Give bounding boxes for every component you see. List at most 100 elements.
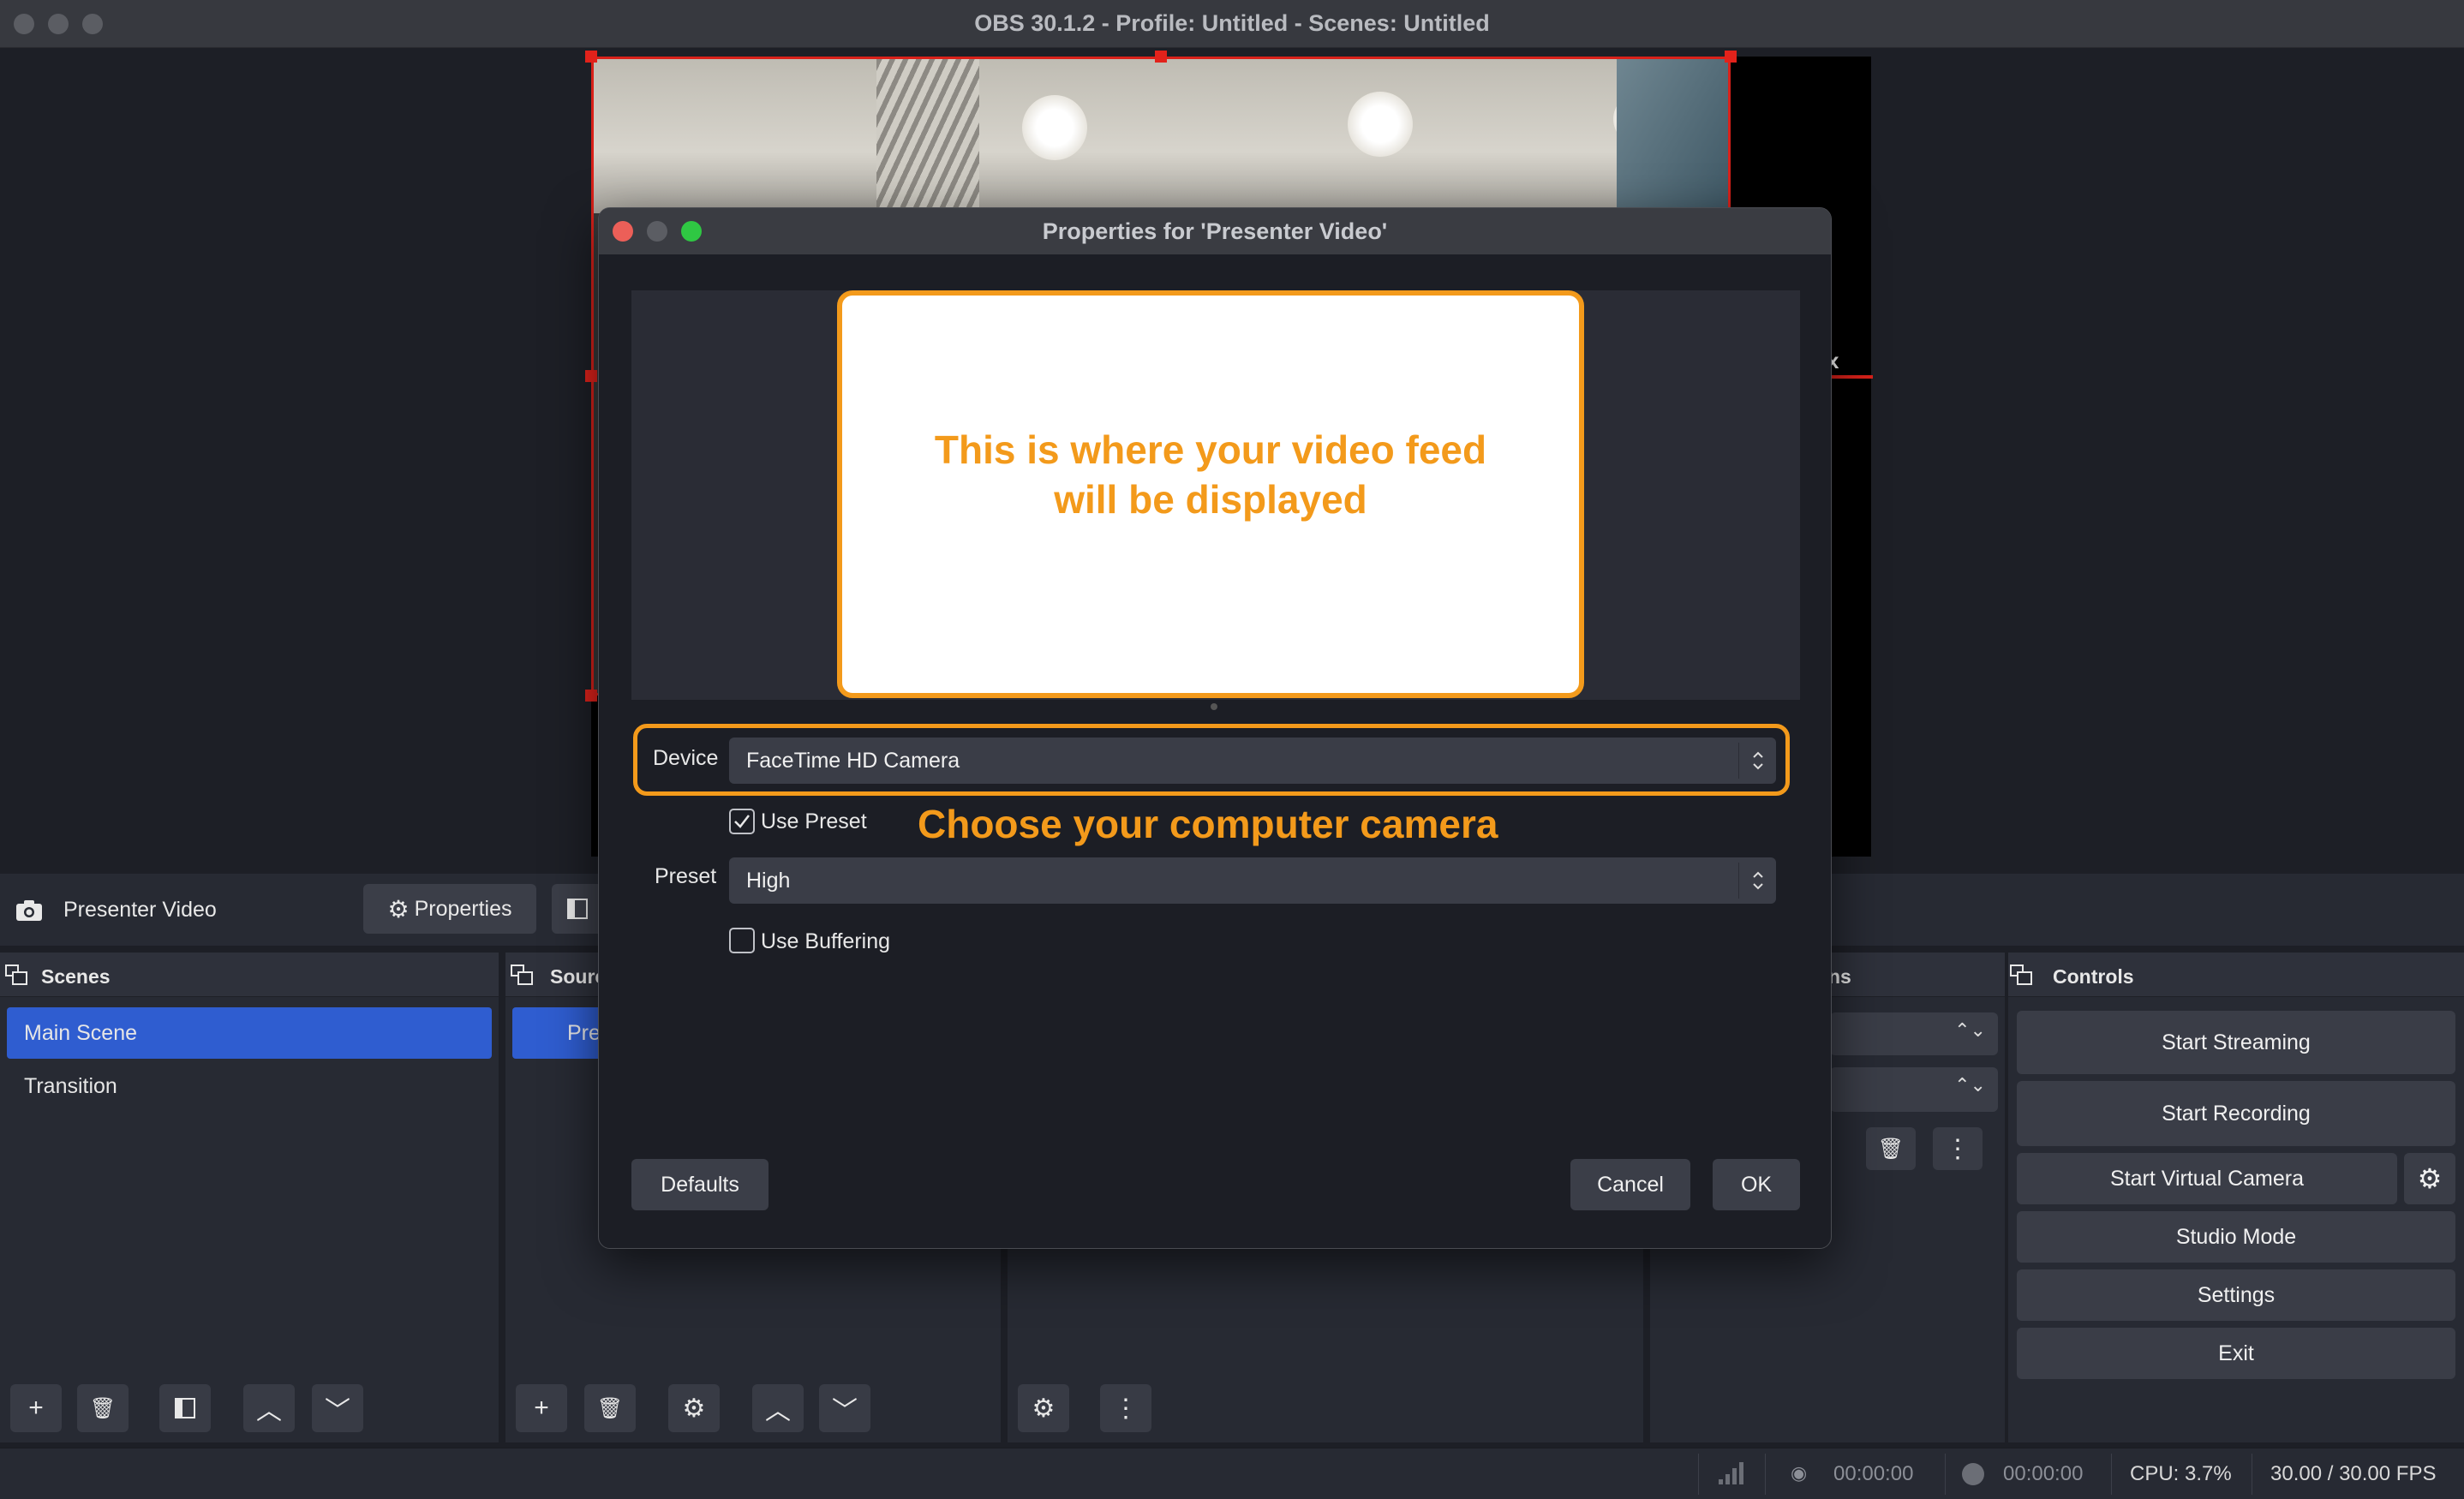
scene-item-label: Main Scene	[24, 1021, 137, 1046]
network-bars-icon	[1717, 1460, 1744, 1486]
ok-label: OK	[1741, 1173, 1772, 1197]
filter-icon	[174, 1397, 196, 1419]
selected-source-name: Presenter Video	[63, 898, 217, 923]
cancel-button[interactable]: Cancel	[1570, 1159, 1690, 1210]
virtual-camera-settings-button[interactable]: ⚙	[2404, 1153, 2455, 1204]
more-vertical-icon: ⋮	[1113, 1394, 1139, 1424]
source-item-label: Pre	[567, 1021, 601, 1046]
start-streaming-button[interactable]: Start Streaming	[2017, 1011, 2455, 1074]
resize-handle[interactable]	[585, 370, 597, 382]
scene-item-main-scene[interactable]: Main Scene	[7, 1007, 492, 1059]
start-recording-label: Start Recording	[2162, 1102, 2311, 1126]
chevron-updown-icon: ⌃⌄	[1954, 1019, 1986, 1042]
exit-button[interactable]: Exit	[2017, 1328, 2455, 1379]
device-label: Device	[653, 746, 718, 771]
gear-icon: ⚙	[683, 1394, 706, 1424]
trash-icon: 🗑	[1878, 1137, 1904, 1162]
transition-duration[interactable]: ⌃⌄	[1830, 1067, 1998, 1112]
dialog-title: Properties for 'Presenter Video'	[599, 218, 1831, 245]
plus-icon: +	[534, 1394, 549, 1423]
resize-handle[interactable]	[585, 51, 597, 63]
dock-icon	[2010, 964, 2032, 985]
recording-status-icon	[1962, 1463, 1984, 1485]
status-bar: ◉ 00:00:00 00:00:00 CPU: 3.7% 30.00 / 30…	[0, 1448, 2464, 1499]
gear-icon: ⚙	[2418, 1162, 2443, 1195]
remove-scene-button[interactable]: 🗑	[77, 1384, 129, 1432]
chevron-up-icon: ︿	[256, 1389, 282, 1427]
mixer-menu-button[interactable]: ⋮	[1100, 1384, 1151, 1432]
use-buffering-checkbox[interactable]	[729, 928, 755, 953]
ceiling-light	[1348, 92, 1413, 157]
scene-filters-button[interactable]	[159, 1384, 211, 1432]
filter-icon	[566, 898, 589, 920]
scene-item-label: Transition	[24, 1074, 117, 1099]
callout-text-line1: This is where your video feed	[935, 425, 1486, 475]
window-title: OBS 30.1.2 - Profile: Untitled - Scenes:…	[0, 10, 2464, 37]
transition-select[interactable]: ⌃⌄	[1830, 1012, 1998, 1055]
move-source-up-button[interactable]: ︿	[752, 1384, 804, 1432]
audio-settings-button[interactable]: ⚙	[1018, 1384, 1069, 1432]
gear-icon: ⚙	[387, 895, 409, 923]
checkmark-icon	[733, 812, 751, 831]
ceiling-image	[594, 59, 1728, 213]
chevron-down-icon: ﹀	[832, 1389, 858, 1427]
divider	[1945, 1454, 1946, 1495]
video-feed-callout: This is where your video feed will be di…	[837, 290, 1584, 698]
divider	[1765, 1454, 1766, 1495]
dock-icon	[5, 964, 27, 985]
exit-label: Exit	[2218, 1341, 2254, 1366]
filters-button[interactable]	[552, 884, 603, 934]
divider	[2111, 1454, 2112, 1495]
camera-callout-text: Choose your computer camera	[918, 801, 1498, 847]
move-scene-down-button[interactable]: ﹀	[312, 1384, 363, 1432]
settings-button[interactable]: Settings	[2017, 1269, 2455, 1321]
use-preset-checkbox[interactable]	[729, 809, 755, 834]
cpu-usage: CPU: 3.7%	[2130, 1462, 2232, 1486]
preset-select-value: High	[746, 869, 790, 893]
move-scene-up-button[interactable]: ︿	[243, 1384, 295, 1432]
ceiling-vent	[876, 59, 979, 213]
add-source-button[interactable]: +	[516, 1384, 567, 1432]
record-time: 00:00:00	[2003, 1462, 2083, 1486]
splitter-handle[interactable]	[1211, 703, 1217, 710]
move-source-down-button[interactable]: ﹀	[819, 1384, 870, 1432]
device-select[interactable]: FaceTime HD Camera	[729, 738, 1776, 784]
chevron-updown-icon: ⌃⌄	[1954, 1074, 1986, 1096]
stream-time: 00:00:00	[1833, 1462, 1913, 1486]
use-preset-label: Use Preset	[761, 809, 867, 834]
start-recording-button[interactable]: Start Recording	[2017, 1081, 2455, 1146]
window-glass	[1617, 59, 1728, 213]
defaults-button[interactable]: Defaults	[631, 1159, 769, 1210]
scene-item-transition[interactable]: Transition	[7, 1060, 492, 1112]
ok-button[interactable]: OK	[1713, 1159, 1800, 1210]
transition-menu-button[interactable]: ⋮	[1933, 1127, 1983, 1170]
streaming-status-icon: ◉	[1791, 1462, 1807, 1484]
transitions-dock-title: ns	[1828, 965, 1851, 988]
properties-button[interactable]: ⚙ Properties	[363, 884, 536, 934]
resize-handle[interactable]	[585, 690, 597, 702]
studio-mode-label: Studio Mode	[2176, 1225, 2296, 1250]
studio-mode-button[interactable]: Studio Mode	[2017, 1211, 2455, 1263]
start-streaming-label: Start Streaming	[2162, 1030, 2311, 1055]
camera-icon	[15, 899, 43, 922]
properties-button-label: Properties	[415, 897, 512, 922]
remove-transition-button[interactable]: 🗑	[1866, 1127, 1916, 1170]
device-select-value: FaceTime HD Camera	[746, 749, 960, 773]
settings-label: Settings	[2198, 1283, 2275, 1308]
defaults-label: Defaults	[661, 1173, 739, 1197]
plus-icon: +	[28, 1394, 44, 1423]
source-properties-button[interactable]: ⚙	[668, 1384, 720, 1432]
preset-select[interactable]: High	[729, 857, 1776, 904]
start-virtual-camera-button[interactable]: Start Virtual Camera	[2017, 1153, 2397, 1204]
scenes-dock: Scenes Main Scene Transition	[0, 953, 499, 1442]
preset-label: Preset	[655, 864, 716, 889]
resize-handle[interactable]	[1155, 51, 1167, 63]
resize-handle[interactable]	[1725, 51, 1737, 63]
start-virtual-camera-label: Start Virtual Camera	[2110, 1167, 2304, 1191]
scenes-dock-header: Scenes	[0, 953, 499, 997]
remove-source-button[interactable]: 🗑	[584, 1384, 636, 1432]
chevron-down-icon: ﹀	[325, 1389, 350, 1427]
chevron-updown-icon	[1738, 863, 1776, 899]
add-scene-button[interactable]: +	[10, 1384, 62, 1432]
divider	[1698, 1454, 1699, 1495]
